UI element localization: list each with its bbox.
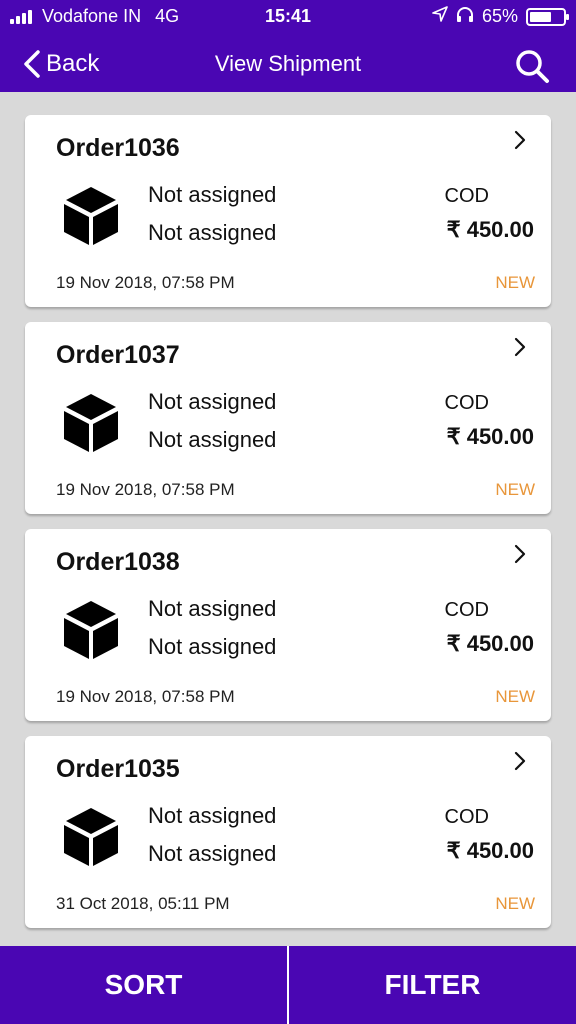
order-list: Order1036 Not assigned Not assigned COD … [25,115,551,943]
order-card[interactable]: Order1038 Not assigned Not assigned COD … [25,529,551,721]
search-icon [516,50,549,83]
search-button[interactable] [514,48,550,89]
order-id: Order1038 [56,548,180,576]
status-bar: Vodafone IN 4G 15:41 65% [0,0,576,34]
receiver-name: Not assigned [148,220,277,245]
sort-button[interactable]: SORT [0,946,287,1024]
chevron-right-icon [513,129,527,156]
status-badge: NEW [495,273,535,292]
battery-level [530,11,551,22]
location-arrow-icon [432,6,448,27]
filter-button[interactable]: FILTER [289,946,576,1024]
order-card[interactable]: Order1036 Not assigned Not assigned COD … [25,115,551,307]
order-card[interactable]: Order1037 Not assigned Not assigned COD … [25,322,551,514]
order-amount: ₹ 450.00 [446,838,534,863]
package-box-icon [63,806,119,873]
sender-name: Not assigned [148,389,277,414]
package-box-icon [63,185,119,252]
order-card[interactable]: Order1035 Not assigned Not assigned COD … [25,736,551,928]
battery-icon [526,7,569,26]
order-id: Order1035 [56,755,180,783]
status-badge: NEW [495,894,535,913]
payment-mode: COD [444,599,489,621]
order-date: 19 Nov 2018, 07:58 PM [56,273,235,292]
page-title: View Shipment [214,51,362,76]
status-badge: NEW [495,687,535,706]
chevron-right-icon [513,750,527,777]
order-amount: ₹ 450.00 [446,631,534,656]
bottom-bar: SORT FILTER [0,946,576,1024]
receiver-name: Not assigned [148,841,277,866]
order-id: Order1036 [56,134,180,162]
package-box-icon [63,392,119,459]
status-badge: NEW [495,480,535,499]
package-box-icon [63,599,119,666]
payment-mode: COD [444,392,489,414]
order-date: 19 Nov 2018, 07:58 PM [56,480,235,499]
sender-name: Not assigned [148,803,277,828]
order-amount: ₹ 450.00 [446,424,534,449]
order-id: Order1037 [56,341,180,369]
chevron-right-icon [513,336,527,363]
status-right: 65% [432,6,569,27]
chevron-right-icon [513,543,527,570]
battery-percent: 65% [481,6,518,26]
payment-mode: COD [444,185,489,207]
receiver-name: Not assigned [148,427,277,452]
order-date: 19 Nov 2018, 07:58 PM [56,687,235,706]
sender-name: Not assigned [148,182,277,207]
payment-mode: COD [444,806,489,828]
order-amount: ₹ 450.00 [446,217,534,242]
order-date: 31 Oct 2018, 05:11 PM [56,894,230,913]
headphones-icon [456,6,474,27]
sender-name: Not assigned [148,596,277,621]
receiver-name: Not assigned [148,634,277,659]
nav-bar: Back View Shipment [0,34,576,92]
